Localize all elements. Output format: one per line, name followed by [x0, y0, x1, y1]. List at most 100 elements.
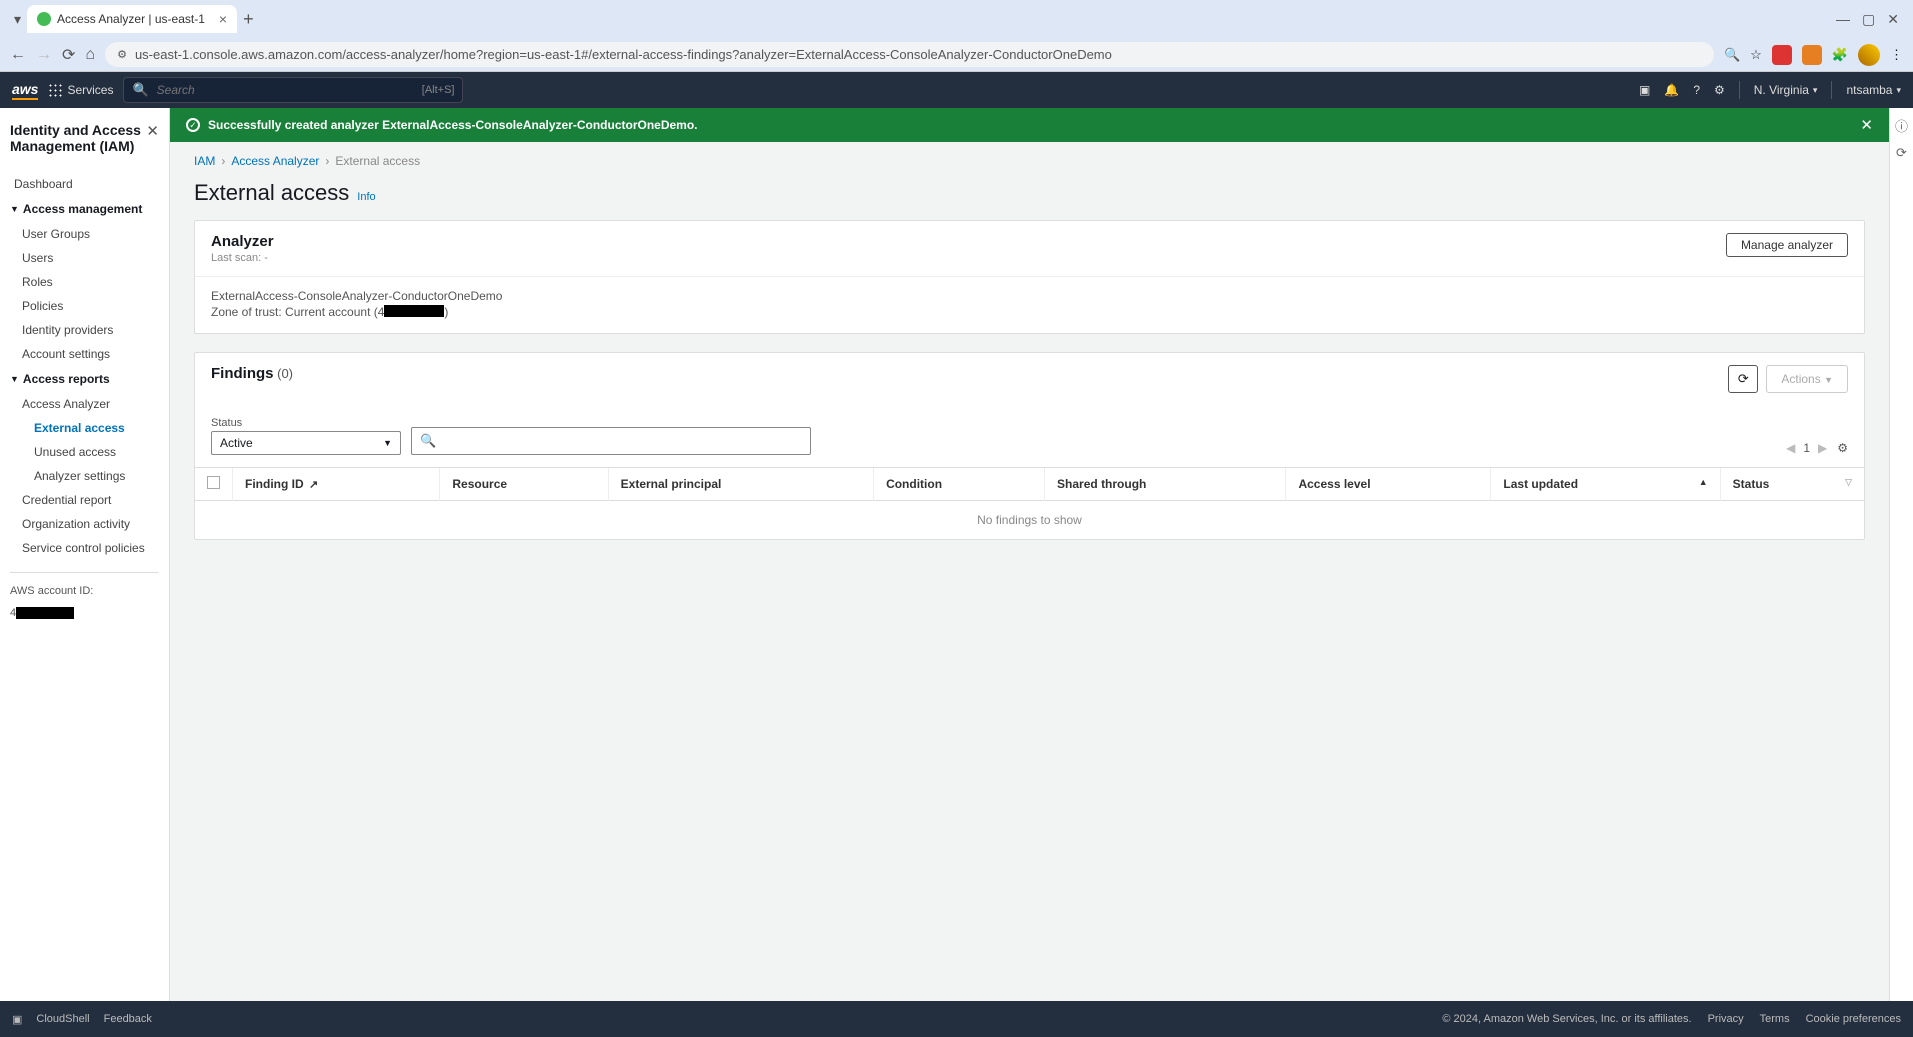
account-id-value: 4xxxx [10, 607, 159, 619]
table-settings-icon[interactable]: ⚙ [1837, 441, 1848, 455]
analyzer-zone: Zone of trust: Current account (4xxxx) [211, 305, 1848, 319]
sidebar-item-access-analyzer[interactable]: Access Analyzer [10, 392, 159, 416]
apps-grid-icon [48, 83, 62, 97]
select-all-header[interactable] [195, 468, 233, 501]
sidebar-item-user-groups[interactable]: User Groups [10, 222, 159, 246]
tab-title: Access Analyzer | us-east-1 [57, 12, 205, 26]
reload-icon[interactable]: ⟳ [62, 45, 75, 65]
sidebar-item-account-settings[interactable]: Account settings [10, 342, 159, 366]
profile-avatar[interactable] [1858, 44, 1880, 66]
footer-copyright: © 2024, Amazon Web Services, Inc. or its… [1442, 1013, 1691, 1025]
settings-icon[interactable]: ⚙ [1714, 83, 1725, 97]
footer-cloudshell[interactable]: CloudShell [36, 1013, 89, 1025]
new-tab-button[interactable]: + [243, 9, 254, 30]
info-link[interactable]: Info [357, 191, 375, 203]
col-last-updated[interactable]: Last updated▲ [1491, 468, 1720, 501]
info-icon[interactable]: ⓘ [1895, 116, 1908, 135]
close-tab-icon[interactable]: × [219, 11, 227, 27]
sidebar-item-external-access[interactable]: External access [10, 416, 159, 440]
aws-logo[interactable]: aws [12, 81, 38, 100]
sidebar-item-users[interactable]: Users [10, 246, 159, 270]
col-finding-id[interactable]: Finding ID ↗ [233, 468, 440, 501]
home-icon[interactable]: ⌂ [85, 46, 95, 64]
user-menu[interactable]: ntsamba [1846, 83, 1901, 97]
help-icon[interactable]: ? [1693, 83, 1700, 97]
footer-terms[interactable]: Terms [1760, 1013, 1790, 1025]
url-text: us-east-1.console.aws.amazon.com/access-… [135, 47, 1702, 62]
maximize-icon[interactable]: ▢ [1862, 11, 1875, 28]
extensions-icon[interactable]: 🧩 [1832, 47, 1848, 63]
aws-footer: ▣ CloudShell Feedback © 2024, Amazon Web… [0, 1001, 1913, 1037]
sidebar-item-scp[interactable]: Service control policies [10, 536, 159, 560]
findings-search[interactable]: 🔍 [411, 427, 811, 455]
sidebar-item-credential-report[interactable]: Credential report [10, 488, 159, 512]
actions-button[interactable]: Actions ▼ [1766, 365, 1848, 393]
extension-icon[interactable] [1802, 45, 1822, 65]
success-flash: ✓ Successfully created analyzer External… [170, 108, 1889, 142]
footer-feedback[interactable]: Feedback [104, 1013, 152, 1025]
col-resource[interactable]: Resource [440, 468, 608, 501]
extension-icon[interactable] [1772, 45, 1792, 65]
main-content: ✓ Successfully created analyzer External… [170, 108, 1889, 1001]
cloudshell-icon[interactable]: ▣ [12, 1013, 22, 1026]
col-external-principal[interactable]: External principal [608, 468, 873, 501]
sidebar-item-organization-activity[interactable]: Organization activity [10, 512, 159, 536]
manage-analyzer-button[interactable]: Manage analyzer [1726, 233, 1848, 257]
aws-search[interactable]: 🔍 [Alt+S] [123, 77, 463, 103]
flash-message: Successfully created analyzer ExternalAc… [208, 118, 698, 132]
caret-down-icon: ▼ [10, 204, 19, 214]
analyzer-panel: Analyzer Last scan: - Manage analyzer Ex… [194, 220, 1865, 334]
breadcrumb-access-analyzer[interactable]: Access Analyzer [231, 154, 319, 168]
browser-tab-bar: ▾ Access Analyzer | us-east-1 × + ― ▢ ✕ [0, 0, 1913, 38]
bookmark-icon[interactable]: ☆ [1750, 47, 1762, 63]
footer-cookies[interactable]: Cookie preferences [1806, 1013, 1901, 1025]
refresh-button[interactable]: ⟳ [1728, 365, 1758, 393]
sidebar-item-roles[interactable]: Roles [10, 270, 159, 294]
checkbox-icon[interactable] [207, 476, 220, 489]
chevron-right-icon: › [325, 154, 329, 168]
sidebar-section-access-reports[interactable]: ▼Access reports [10, 366, 159, 392]
sidebar-item-identity-providers[interactable]: Identity providers [10, 318, 159, 342]
search-icon: 🔍 [132, 82, 148, 98]
col-access-level[interactable]: Access level [1286, 468, 1491, 501]
sidebar-item-analyzer-settings[interactable]: Analyzer settings [10, 464, 159, 488]
notifications-icon[interactable]: 🔔 [1664, 83, 1679, 97]
sidebar-section-access-management[interactable]: ▼Access management [10, 196, 159, 222]
col-condition[interactable]: Condition [874, 468, 1045, 501]
url-field[interactable]: ⚙ us-east-1.console.aws.amazon.com/acces… [105, 42, 1714, 67]
sidebar-item-unused-access[interactable]: Unused access [10, 440, 159, 464]
analyzer-last-scan: Last scan: - [211, 252, 274, 264]
analyzer-name: ExternalAccess-ConsoleAnalyzer-Conductor… [211, 289, 1848, 303]
status-select[interactable]: Active ▼ [211, 431, 401, 455]
col-shared-through[interactable]: Shared through [1045, 468, 1286, 501]
prev-page-icon[interactable]: ◀ [1786, 441, 1795, 455]
refresh-rail-icon[interactable]: ⟳ [1896, 145, 1907, 161]
col-status[interactable]: Status▽ [1720, 468, 1864, 501]
close-window-icon[interactable]: ✕ [1887, 11, 1899, 28]
kebab-menu-icon[interactable]: ⋮ [1890, 47, 1903, 63]
site-settings-icon[interactable]: ⚙ [117, 48, 127, 61]
chevron-down-icon: ▼ [383, 438, 392, 448]
region-selector[interactable]: N. Virginia [1754, 83, 1818, 97]
close-sidebar-icon[interactable]: ✕ [146, 122, 159, 140]
footer-privacy[interactable]: Privacy [1708, 1013, 1744, 1025]
caret-down-icon: ▼ [10, 374, 19, 384]
services-menu[interactable]: Services [48, 83, 113, 97]
sidebar-item-policies[interactable]: Policies [10, 294, 159, 318]
browser-url-bar: ← → ⟳ ⌂ ⚙ us-east-1.console.aws.amazon.c… [0, 38, 1913, 72]
close-flash-icon[interactable]: ✕ [1860, 116, 1873, 134]
analyzer-panel-title: Analyzer [211, 233, 274, 250]
minimize-icon[interactable]: ― [1836, 11, 1850, 27]
browser-tab[interactable]: Access Analyzer | us-east-1 × [27, 5, 237, 33]
next-page-icon[interactable]: ▶ [1818, 441, 1827, 455]
zoom-icon[interactable]: 🔍 [1724, 47, 1740, 63]
empty-message: No findings to show [195, 501, 1864, 540]
cloudshell-icon[interactable]: ▣ [1639, 83, 1650, 97]
chevron-down-icon[interactable]: ▾ [14, 11, 21, 28]
forward-icon[interactable]: → [36, 46, 52, 64]
back-icon[interactable]: ← [10, 46, 26, 64]
sidebar-item-dashboard[interactable]: Dashboard [10, 172, 159, 196]
redacted-text: xxxx [16, 607, 74, 619]
breadcrumb-iam[interactable]: IAM [194, 154, 215, 168]
aws-search-input[interactable] [157, 83, 414, 97]
